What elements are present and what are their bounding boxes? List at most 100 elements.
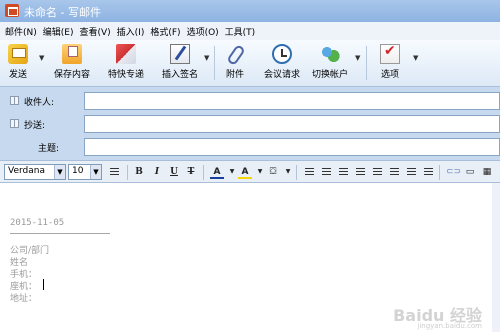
subject-row: 主题: xyxy=(0,138,500,156)
signature-dropdown-icon[interactable]: ▼ xyxy=(204,54,209,62)
link-icon[interactable]: ⊂⊃ xyxy=(446,165,461,179)
options-button[interactable]: 选项 xyxy=(377,43,403,83)
bold-button[interactable]: B xyxy=(132,165,146,179)
address-book-icon[interactable] xyxy=(10,96,19,105)
signature-divider xyxy=(10,233,110,234)
highlight-dropdown-icon[interactable]: ▼ xyxy=(253,165,267,179)
users-icon xyxy=(320,44,340,64)
subject-field[interactable] xyxy=(84,138,500,156)
switch-account-label: 切换帐户 xyxy=(311,70,348,80)
cc-label[interactable]: 抄送: xyxy=(24,118,45,131)
subject-label: 主题: xyxy=(38,144,60,154)
express-mail-icon xyxy=(116,44,136,64)
indent-icon xyxy=(406,168,416,177)
align-center-button[interactable] xyxy=(319,165,333,179)
font-family-select[interactable]: Verdana ▼ xyxy=(4,164,66,180)
meeting-request-label: 会议请求 xyxy=(263,70,300,80)
toolbar-divider xyxy=(366,46,367,80)
numbered-list-button[interactable] xyxy=(353,165,367,179)
insert-signature-button[interactable]: 插入签名 xyxy=(158,43,202,83)
watermark-url: jingyan.baidu.com xyxy=(417,322,482,330)
line-spacing-icon xyxy=(109,168,119,177)
menu-mail[interactable]: 邮件(N) xyxy=(2,25,40,38)
express-mail-label: 特快专递 xyxy=(107,70,144,80)
align-right-icon xyxy=(338,168,348,177)
font-color-dropdown-icon[interactable]: ▼ xyxy=(225,165,239,179)
menu-insert[interactable]: 插入(I) xyxy=(114,25,148,38)
table-icon[interactable]: ▦ xyxy=(480,165,494,179)
align-right-button[interactable] xyxy=(336,165,350,179)
chevron-down-icon: ▼ xyxy=(54,165,65,179)
to-row: 收件人: xyxy=(0,92,500,110)
save-icon xyxy=(62,44,82,64)
save-label: 保存内容 xyxy=(53,70,90,80)
outdent-icon xyxy=(389,168,399,177)
toolbar-divider xyxy=(127,165,128,180)
toolbar-divider xyxy=(296,165,297,180)
title-bar: 未命名 - 写邮件 xyxy=(0,0,500,22)
font-color-icon[interactable]: A xyxy=(210,165,224,179)
send-icon xyxy=(8,44,28,64)
toolbar-divider xyxy=(214,46,215,80)
menu-tools[interactable]: 工具(T) xyxy=(222,25,259,38)
strikethrough-button[interactable]: T xyxy=(184,165,198,179)
menu-options[interactable]: 选项(O) xyxy=(184,25,222,38)
toolbar-divider xyxy=(439,165,440,180)
save-button[interactable]: 保存内容 xyxy=(50,43,94,83)
attach-button[interactable]: 附件 xyxy=(222,43,248,83)
checkmark-icon xyxy=(380,43,400,64)
signature-date: 2015-11-05 xyxy=(10,218,65,228)
underline-button[interactable]: U xyxy=(167,165,181,179)
font-size-select[interactable]: 10 ▼ xyxy=(68,164,102,180)
express-mail-button[interactable]: 特快专递 xyxy=(104,43,148,83)
menu-view[interactable]: 查看(V) xyxy=(76,25,113,38)
fill-dropdown-icon[interactable]: ▼ xyxy=(281,165,295,179)
align-center-icon xyxy=(321,168,331,177)
cc-row: 抄送: xyxy=(0,115,500,133)
outdent-button[interactable] xyxy=(387,165,401,179)
font-family-value: Verdana xyxy=(8,166,45,176)
align-left-icon xyxy=(304,168,314,177)
highlight-color-icon[interactable]: A xyxy=(238,165,252,179)
image-icon[interactable]: ▭ xyxy=(463,165,477,179)
to-label[interactable]: 收件人: xyxy=(24,95,54,108)
menu-edit[interactable]: 编辑(E) xyxy=(40,25,77,38)
toolbar-divider xyxy=(203,165,204,180)
paint-bucket-icon[interactable]: ⛋ xyxy=(266,165,280,179)
line-spacing-button[interactable] xyxy=(107,165,121,179)
to-field[interactable] xyxy=(84,92,500,110)
italic-button[interactable]: I xyxy=(150,165,164,179)
insert-signature-label: 插入签名 xyxy=(161,70,198,80)
format-toolbar: Verdana ▼ 10 ▼ B I U T A ▼ A ▼ ⛋ ▼ ⊂⊃ ▭ … xyxy=(0,160,500,183)
send-label: 发送 xyxy=(8,70,27,80)
signature-address: 地址： xyxy=(10,294,38,304)
bullet-list-button[interactable] xyxy=(370,165,384,179)
window-title: 未命名 - 写邮件 xyxy=(24,6,101,19)
font-size-value: 10 xyxy=(72,166,84,176)
horizontal-rule-button[interactable] xyxy=(421,165,435,179)
meeting-request-button[interactable]: 会议请求 xyxy=(260,43,304,83)
signature-icon xyxy=(170,44,190,64)
horizontal-rule-icon xyxy=(423,168,433,177)
attach-label: 附件 xyxy=(225,70,244,80)
bullet-list-icon xyxy=(372,168,382,177)
mail-app-icon xyxy=(5,4,19,17)
align-left-button[interactable] xyxy=(302,165,316,179)
text-caret xyxy=(43,279,44,290)
account-dropdown-icon[interactable]: ▼ xyxy=(355,54,360,62)
options-label: 选项 xyxy=(380,70,399,80)
send-dropdown-icon[interactable]: ▼ xyxy=(39,54,44,62)
send-button[interactable]: 发送 xyxy=(4,43,32,83)
address-book-icon[interactable] xyxy=(10,119,19,128)
menu-format[interactable]: 格式(F) xyxy=(147,25,183,38)
cc-field[interactable] xyxy=(84,115,500,133)
switch-account-button[interactable]: 切换帐户 xyxy=(308,43,352,83)
menu-bar: 邮件(N) 编辑(E) 查看(V) 插入(I) 格式(F) 选项(O) 工具(T… xyxy=(0,22,500,40)
options-dropdown-icon[interactable]: ▼ xyxy=(413,54,418,62)
chevron-down-icon: ▼ xyxy=(90,165,101,179)
vertical-scrollbar[interactable] xyxy=(492,183,500,332)
indent-button[interactable] xyxy=(404,165,418,179)
clock-icon xyxy=(272,44,292,64)
address-fields: 收件人: 抄送: 主题: xyxy=(0,87,500,158)
main-toolbar: 发送 ▼ 保存内容 特快专递 插入签名 ▼ 附件 会议请求 切换帐户 ▼ 选项 … xyxy=(0,40,500,87)
